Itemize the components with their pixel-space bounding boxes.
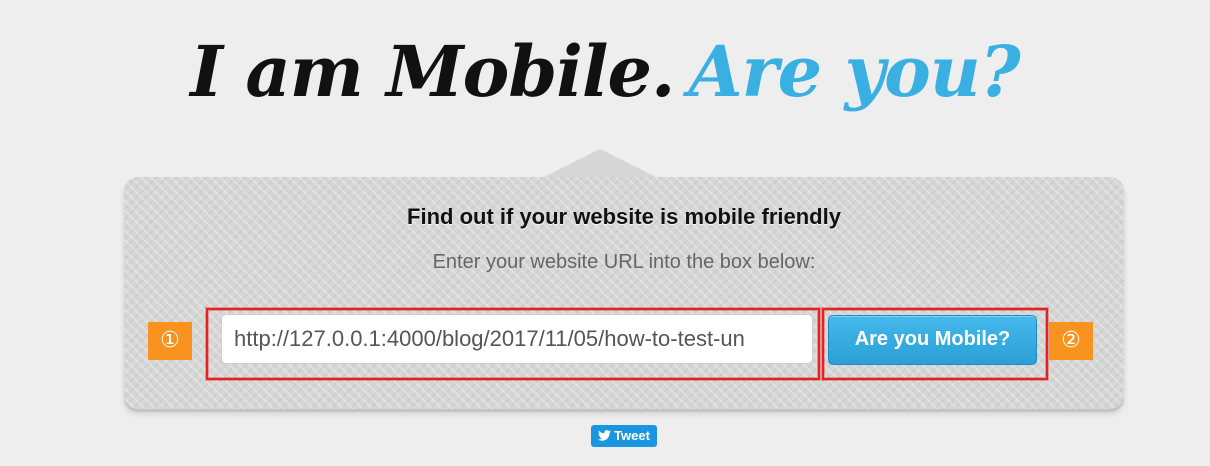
tweet-label: Tweet — [614, 428, 650, 443]
page-title: I am Mobile. Are you? — [0, 22, 1210, 122]
panel-heading: Find out if your website is mobile frien… — [407, 204, 841, 229]
url-input[interactable] — [221, 314, 813, 364]
url-check-panel: Find out if your website is mobile frien… — [124, 177, 1124, 409]
title-part-2: Are you? — [688, 30, 1020, 113]
step-marker-1: ① — [148, 322, 192, 360]
title-part-1: I am Mobile. — [190, 30, 675, 113]
panel-subheading: Enter your website URL into the box belo… — [432, 251, 816, 273]
tweet-button[interactable]: Tweet — [591, 425, 657, 447]
twitter-bird-icon — [598, 430, 612, 441]
step-marker-2: ② — [1049, 322, 1093, 360]
panel-notch — [542, 149, 658, 178]
are-you-mobile-button[interactable]: Are you Mobile? — [828, 315, 1037, 365]
